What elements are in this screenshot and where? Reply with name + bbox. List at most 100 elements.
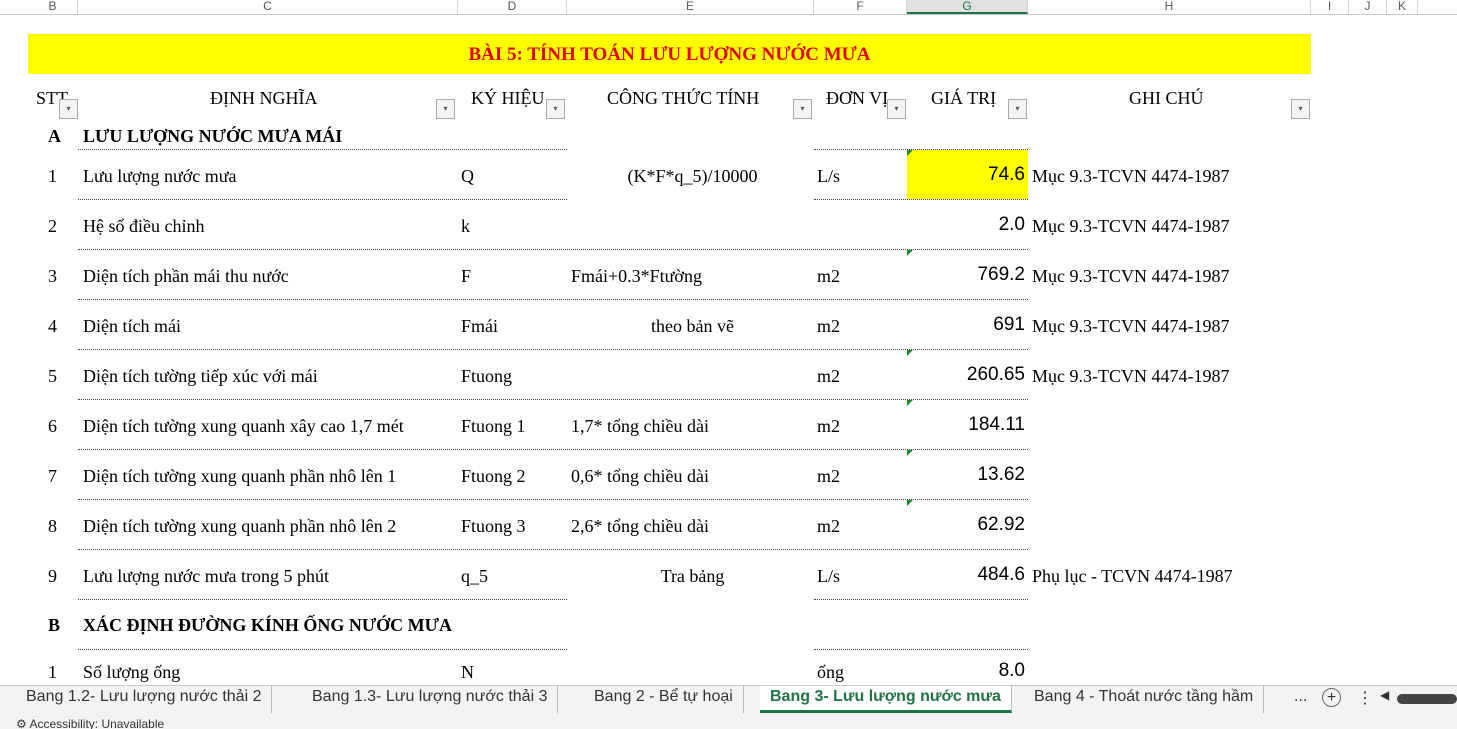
filter-dropdown-icon[interactable]: ▾: [59, 99, 78, 119]
row-border: [78, 149, 567, 150]
column-header-D[interactable]: D: [458, 0, 567, 14]
row-note[interactable]: Mục 9.3-TCVN 4474-1987: [1032, 165, 1229, 187]
row-note[interactable]: Mục 9.3-TCVN 4474-1987: [1032, 265, 1229, 287]
row-value[interactable]: 74.6: [907, 164, 1025, 186]
row-formula[interactable]: 1,7* tổng chiều dài: [567, 415, 814, 437]
row-symbol[interactable]: Q: [461, 165, 474, 187]
add-sheet-icon[interactable]: +: [1322, 688, 1341, 707]
row-formula[interactable]: theo bản vẽ: [567, 315, 814, 337]
column-header-F[interactable]: F: [814, 0, 907, 14]
row-symbol[interactable]: F: [461, 265, 471, 287]
row-value[interactable]: 769.2: [907, 264, 1025, 286]
row-definition[interactable]: Diện tích tường tiếp xúc với mái: [83, 365, 318, 387]
section-title: LƯU LƯỢNG NƯỚC MƯA MÁI: [83, 126, 343, 146]
sheet-tab[interactable]: Bang 3- Lưu lượng nước mưa: [760, 686, 1012, 713]
row-definition[interactable]: Số lượng ống: [83, 661, 180, 683]
row-formula[interactable]: 2,6* tổng chiều dài: [567, 515, 814, 537]
sheet-tab[interactable]: Bang 2 - Bể tự hoại: [584, 686, 744, 713]
row-definition[interactable]: Lưu lượng nước mưa: [83, 165, 237, 187]
row-unit[interactable]: m2: [817, 315, 840, 337]
row-unit[interactable]: ống: [817, 661, 844, 683]
row-border: [78, 449, 1028, 450]
more-tabs-button[interactable]: ...: [1294, 688, 1307, 706]
row-symbol[interactable]: q_5: [461, 565, 488, 587]
error-indicator-icon: [907, 150, 913, 156]
filter-dropdown-icon[interactable]: ▾: [1008, 99, 1027, 119]
horizontal-scrollbar[interactable]: [1397, 694, 1457, 704]
sheet-tab-bar: ... + ⋮ ◀ Bang 1.2- Lưu lượng nước thải …: [0, 685, 1457, 713]
row-value[interactable]: 2.0: [907, 214, 1025, 236]
row-definition[interactable]: Lưu lượng nước mưa trong 5 phút: [83, 565, 329, 587]
column-header-E[interactable]: E: [567, 0, 814, 14]
column-header-G[interactable]: G: [907, 0, 1028, 14]
row-note[interactable]: Mục 9.3-TCVN 4474-1987: [1032, 215, 1229, 237]
column-header-C[interactable]: C: [78, 0, 458, 14]
row-formula[interactable]: 0,6* tổng chiều dài: [567, 465, 814, 487]
row-formula[interactable]: Fmái+0.3*Ftường: [567, 265, 814, 287]
row-border: [78, 199, 567, 200]
row-definition[interactable]: Hệ số điều chỉnh: [83, 215, 204, 237]
filter-dropdown-icon[interactable]: ▾: [546, 99, 565, 119]
sheet-tab[interactable]: Bang 1.3- Lưu lượng nước thải 3: [302, 686, 559, 713]
section-id: B: [48, 615, 61, 635]
row-unit[interactable]: m2: [817, 365, 840, 387]
scroll-left-icon[interactable]: ◀: [1380, 688, 1389, 702]
header-symbol: KÝ HIỆU: [471, 88, 545, 108]
row-symbol[interactable]: Ftuong 2: [461, 465, 526, 487]
accessibility-icon: ⚙: [16, 717, 30, 729]
row-unit[interactable]: m2: [817, 265, 840, 287]
row-unit[interactable]: L/s: [817, 565, 840, 587]
filter-dropdown-icon[interactable]: ▾: [793, 99, 812, 119]
row-value[interactable]: 62.92: [907, 514, 1025, 536]
column-header-J[interactable]: J: [1349, 0, 1387, 14]
filter-dropdown-icon[interactable]: ▾: [1291, 99, 1310, 119]
row-value[interactable]: 691: [907, 314, 1025, 336]
row-stt: 5: [48, 366, 57, 386]
sheet-tab[interactable]: Bang 4 - Thoát nước tầng hầm: [1024, 686, 1265, 713]
row-symbol[interactable]: Ftuong 3: [461, 515, 526, 537]
row-definition[interactable]: Diện tích tường xung quanh xây cao 1,7 m…: [83, 415, 404, 437]
row-value[interactable]: 8.0: [907, 660, 1025, 682]
row-unit[interactable]: m2: [817, 465, 840, 487]
column-header-K[interactable]: K: [1387, 0, 1418, 14]
column-header-I[interactable]: I: [1311, 0, 1349, 14]
column-header-B[interactable]: B: [28, 0, 78, 14]
filter-dropdown-icon[interactable]: ▾: [887, 99, 906, 119]
row-symbol[interactable]: Ftuong 1: [461, 415, 526, 437]
row-border: [814, 149, 1028, 150]
sheet-tab[interactable]: Bang 1.2- Lưu lượng nước thải 2: [16, 686, 273, 713]
row-note[interactable]: Mục 9.3-TCVN 4474-1987: [1032, 315, 1229, 337]
error-indicator-icon: [907, 500, 913, 506]
row-border: [78, 299, 1028, 300]
row-note[interactable]: Mục 9.3-TCVN 4474-1987: [1032, 365, 1229, 387]
options-icon[interactable]: ⋮: [1357, 688, 1373, 708]
row-stt: 1: [48, 166, 57, 186]
row-unit[interactable]: m2: [817, 515, 840, 537]
row-border: [78, 499, 1028, 500]
accessibility-status[interactable]: Accessibility: Unavailable: [29, 717, 164, 729]
row-border: [78, 249, 1028, 250]
row-symbol[interactable]: N: [461, 661, 474, 683]
row-unit[interactable]: m2: [817, 415, 840, 437]
filter-dropdown-icon[interactable]: ▾: [436, 99, 455, 119]
row-symbol[interactable]: Fmái: [461, 315, 498, 337]
row-formula[interactable]: Tra bảng: [567, 565, 814, 587]
row-value[interactable]: 13.62: [907, 464, 1025, 486]
row-value[interactable]: 484.6: [907, 564, 1025, 586]
row-border: [78, 549, 1028, 550]
row-note[interactable]: Phụ lục - TCVN 4474-1987: [1032, 565, 1233, 587]
row-definition[interactable]: Diện tích tường xung quanh phần nhô lên …: [83, 515, 396, 537]
header-definition: ĐỊNH NGHĨA: [210, 88, 318, 108]
column-header-H[interactable]: H: [1028, 0, 1311, 14]
row-value[interactable]: 184.11: [907, 414, 1025, 436]
row-symbol[interactable]: Ftuong: [461, 365, 512, 387]
row-definition[interactable]: Diện tích phần mái thu nước: [83, 265, 289, 287]
row-definition[interactable]: Diện tích tường xung quanh phần nhô lên …: [83, 465, 396, 487]
row-definition[interactable]: Diện tích mái: [83, 315, 181, 337]
column-header-bar: BCDEFGHIJK: [0, 0, 1457, 15]
row-unit[interactable]: L/s: [817, 165, 840, 187]
row-formula[interactable]: (K*F*q_5)/10000: [567, 165, 814, 187]
row-symbol[interactable]: k: [461, 215, 470, 237]
row-stt: 2: [48, 216, 57, 236]
row-value[interactable]: 260.65: [907, 364, 1025, 386]
